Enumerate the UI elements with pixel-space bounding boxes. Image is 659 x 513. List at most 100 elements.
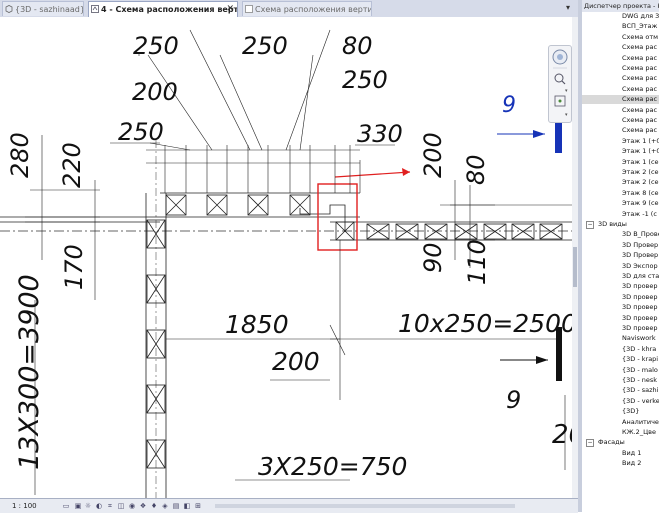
dim-280-left: 280 — [6, 132, 34, 178]
tree-item[interactable]: Схема рас — [582, 126, 659, 135]
tree-item-label: Схема рас — [622, 53, 658, 62]
tree-item[interactable]: Этаж 8 (се — [582, 189, 659, 198]
horizontal-scrollbar[interactable] — [215, 504, 515, 508]
highlight-displacement-icon[interactable]: ▤ — [172, 502, 180, 510]
tree-item[interactable]: {3D - khra — [582, 345, 659, 354]
shadows-icon[interactable]: ◐ — [95, 502, 103, 510]
scrollbar-thumb[interactable] — [573, 247, 577, 287]
tree-item[interactable]: КЖ.2_Цве — [582, 428, 659, 437]
tree-item[interactable]: Вид 2 — [582, 459, 659, 468]
tree-item[interactable]: Аналитиче — [582, 418, 659, 427]
tree-item[interactable]: 3D Экспор — [582, 262, 659, 271]
tree-item-label: Этаж 1 (+0 — [622, 136, 659, 145]
tree-item[interactable]: Этаж 1 (+0 — [582, 137, 659, 146]
tree-item[interactable]: Схема рас — [582, 43, 659, 52]
tree-item[interactable]: Схема рас — [582, 106, 659, 115]
dim-250-top-mid: 250 — [242, 32, 288, 60]
tree-item-label: 3D Экспор — [622, 261, 658, 270]
tree-item[interactable]: Схема рас — [582, 54, 659, 63]
tree-item[interactable]: Этаж 2 (се — [582, 178, 659, 187]
tree-item[interactable]: 3D Провер — [582, 241, 659, 250]
tree-item[interactable]: Схема рас — [582, 74, 659, 83]
tab-scheme-vertical-active[interactable]: 4 - Схема расположения верти... ✕ — [88, 1, 238, 18]
tree-item-label: КЖ.2_Цве — [622, 428, 656, 436]
pan-icon[interactable] — [554, 95, 566, 107]
tree-item-label: 3D провер — [622, 292, 658, 301]
tree-item-label: {3D - malo — [622, 365, 658, 374]
dim-3x250: 3X250=750 — [258, 452, 407, 481]
visual-style-icon[interactable]: ▣ — [74, 502, 82, 510]
navigation-bar: ▾ ▾ — [548, 45, 572, 123]
tree-item-label: Этаж 9 (се — [622, 199, 659, 208]
temporary-hide-icon[interactable]: ◉ — [128, 502, 136, 510]
tab-scheme-vertical-2[interactable]: Схема расположения вертикальн... — [242, 1, 372, 16]
tree-item-label: {3D - khra — [622, 344, 657, 353]
tree-item[interactable]: ВСП_Этаж — [582, 22, 659, 31]
sun-path-icon[interactable]: ☼ — [84, 502, 92, 510]
tab-dropdown-icon[interactable]: ▾ — [566, 3, 570, 12]
tree-item-label: Аналитиче — [622, 417, 659, 426]
tree-item[interactable]: 3D провер — [582, 293, 659, 302]
tree-item[interactable]: {3D - sazhi — [582, 386, 659, 395]
tree-item[interactable]: Naviswork — [582, 334, 659, 343]
tree-item-label: Этаж 1 (+0 — [622, 147, 659, 156]
reveal-hidden-icon[interactable]: ❖ — [139, 502, 147, 510]
tree-item[interactable]: {3D - krapi — [582, 355, 659, 364]
hatched-blocks-top — [165, 194, 563, 241]
tree-item[interactable]: Схема рас — [582, 95, 659, 105]
tree-item[interactable]: {3D - malo — [582, 366, 659, 375]
tree-item[interactable]: 3D для ста — [582, 272, 659, 281]
tree-item[interactable]: Этаж 9 (се — [582, 199, 659, 208]
chevron-down-icon[interactable]: ▾ — [565, 88, 568, 94]
tree-item-label: Схема отм — [622, 32, 659, 41]
dim-250-top-left: 250 — [133, 32, 179, 60]
collapse-icon[interactable]: − — [586, 221, 594, 229]
tree-item[interactable]: {3D - nesk — [582, 376, 659, 385]
drawing-canvas[interactable]: 250 250 80 200 250 250 330 280 220 200 8… — [0, 17, 578, 498]
project-browser: Диспетчер проекта - К DWG для 3 ВСП_Этаж С… — [582, 0, 659, 512]
tree-item[interactable]: 3D провер — [582, 303, 659, 312]
tree-item[interactable]: 3D провер — [582, 324, 659, 333]
steering-wheel-icon[interactable] — [552, 49, 568, 65]
tree-item-label: Схема рас — [622, 116, 658, 124]
reveal-constraints-icon[interactable]: ◧ — [183, 502, 191, 510]
tree-item[interactable]: {3D} — [582, 407, 659, 416]
crop-view-icon[interactable]: ⌗ — [106, 502, 114, 510]
close-icon[interactable]: ✕ — [226, 2, 234, 17]
tree-item[interactable]: Схема рас — [582, 116, 659, 125]
tree-item[interactable]: 3D провер — [582, 282, 659, 291]
zoom-icon[interactable] — [554, 73, 566, 85]
chevron-down-icon[interactable]: ▾ — [565, 112, 568, 118]
tree-item[interactable]: {3D - verke — [582, 397, 659, 406]
filter-icon[interactable]: ⊞ — [194, 502, 202, 510]
lock-3d-icon[interactable]: ♦ — [150, 502, 158, 510]
tree-item-label: {3D - krapi — [622, 355, 659, 364]
tree-item[interactable]: Схема отм — [582, 33, 659, 42]
tree-item[interactable]: Этаж 1 (+0 — [582, 147, 659, 156]
tree-item[interactable]: Схема рас — [582, 64, 659, 73]
tree-item-label: 3D провер — [622, 303, 658, 312]
tree-item[interactable]: 3D провер — [582, 314, 659, 323]
tree-item[interactable]: DWG для 3 — [582, 12, 659, 21]
tree-item[interactable]: Схема рас — [582, 85, 659, 94]
tree-item[interactable]: 3D Провер — [582, 251, 659, 260]
tree-item[interactable]: Этаж 1 (се — [582, 158, 659, 167]
collapse-icon[interactable]: − — [586, 439, 594, 448]
tree-item[interactable]: 3D В_Прове — [582, 230, 659, 239]
section-label-9-bottom: 9 — [506, 386, 521, 414]
tree-group[interactable]: −3D виды — [584, 220, 659, 229]
tree-item[interactable]: Этаж 2 (се — [582, 168, 659, 177]
tree-item[interactable]: Этаж -1 (с — [582, 210, 659, 219]
dim-110-right: 110 — [463, 239, 491, 285]
tree-item-label: Этаж -1 (с — [622, 209, 657, 218]
tree-item[interactable]: Вид 1 — [582, 449, 659, 458]
tree-group[interactable]: − Фасады — [584, 438, 659, 448]
scale-indicator[interactable]: 1 : 100 — [12, 499, 37, 513]
detail-level-icon[interactable]: ▭ — [62, 502, 70, 510]
show-crop-icon[interactable]: ◫ — [117, 502, 125, 510]
tree-item-label: 3D В_Прове — [622, 230, 659, 239]
view-tab-bar: {3D - sazhinaad} 4 - Схема расположения … — [0, 0, 578, 18]
analytical-model-icon[interactable]: ◈ — [161, 502, 169, 510]
tab-3d-sazhinaad[interactable]: {3D - sazhinaad} — [2, 1, 84, 16]
dim-250-left: 250 — [118, 118, 164, 146]
